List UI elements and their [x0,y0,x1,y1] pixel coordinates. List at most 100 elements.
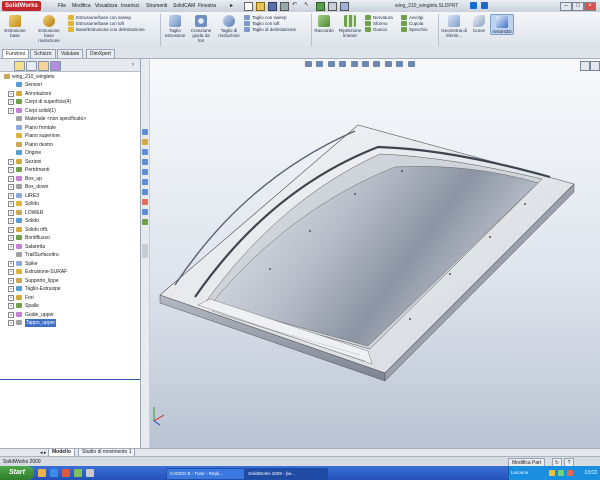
display-icon[interactable] [340,2,349,11]
print-icon[interactable] [280,2,289,11]
tree-item[interactable]: + Corpi solidi(1) [0,107,140,115]
expand-toggle-icon[interactable]: + [8,201,14,207]
expand-toggle-icon[interactable]: + [8,158,14,165]
tree-item[interactable]: Piano destro [0,141,140,149]
tree-item[interactable]: + Sezioni [0,158,140,166]
tree-item[interactable]: + LOWER [0,209,140,217]
open-folder-icon[interactable] [256,2,265,11]
revolved-cut-button[interactable]: Taglio di rivoluzione [216,15,242,38]
menu-modifica[interactable]: Modifica [72,2,91,10]
menu-inserisci[interactable]: Inserisci [121,2,139,10]
tree-item[interactable]: + Annotazioni [0,90,140,98]
menu-finestra[interactable]: Finestra [198,2,216,10]
start-button[interactable]: Start [0,466,34,480]
expand-toggle-icon[interactable]: + [8,218,14,224]
sketch-tool-icon[interactable] [142,129,148,135]
quicklaunch-desktop-icon[interactable] [86,469,94,477]
configurationmanager-tab-icon[interactable] [38,61,49,71]
quicklaunch-explorer-icon[interactable] [38,469,46,477]
linear-pattern-button[interactable]: Ripetizione lineare [337,15,363,38]
tree-item[interactable]: + Salaretta [0,243,140,251]
tree-item[interactable]: TrailSurfaceitru [0,251,140,259]
extruded-cut-button[interactable]: Taglio estrusione [163,15,187,38]
solidworks-resources-icon[interactable] [481,2,488,9]
menu-solidcam[interactable]: SolidCAM [173,2,195,10]
options-icon[interactable] [328,2,337,11]
tree-item[interactable]: + Solido riflt. [0,226,140,234]
panel-expand-icon[interactable]: › [132,61,134,69]
relations-icon[interactable] [142,219,148,225]
quicklaunch-app-icon[interactable] [62,469,70,477]
featuremanager-tab-icon[interactable] [14,61,25,71]
expand-toggle-icon[interactable]: + [8,107,14,114]
tray-network-icon[interactable] [549,470,555,476]
menu-file[interactable]: File [58,2,66,10]
expand-toggle-icon[interactable]: + [8,269,14,275]
tray-language-label[interactable]: Leconne [511,466,528,480]
reference-geometry-button[interactable]: Geometria di riferim... [440,15,468,38]
expand-toggle-icon[interactable]: + [8,320,14,326]
tree-item[interactable]: Sensori [0,81,140,89]
new-document-icon[interactable] [244,2,253,11]
tree-root[interactable]: wing_210_winglets [0,73,140,81]
quicklaunch-app-icon[interactable] [74,469,82,477]
tree-item[interactable]: + LIRE3 [0,192,140,200]
tree-item[interactable]: + Solido [0,217,140,225]
tree-item[interactable]: + Estrusione-SURAF [0,268,140,276]
expand-toggle-icon[interactable]: + [8,209,14,216]
menu-strumenti[interactable]: Strumenti [146,2,167,10]
tree-item[interactable]: Piano frontale [0,124,140,132]
boundary-boss-button[interactable]: Base/Estrusione con delimitazione [68,27,158,33]
task-solidworks[interactable]: SolidWorks 2009 - [wi... [244,468,328,480]
tray-volume-icon[interactable] [558,470,564,476]
spline-tool-icon[interactable] [142,189,148,195]
tree-item[interactable]: + Supporto_lippe [0,277,140,285]
splitter-handle-icon[interactable] [142,244,148,258]
hole-wizard-button[interactable]: Creazione guida da fori [189,15,213,43]
tab-valutare[interactable]: Valutare [57,49,84,58]
minimize-button[interactable]: – [560,2,572,11]
expand-toggle-icon[interactable]: + [8,90,14,97]
expand-toggle-icon[interactable]: + [8,226,14,233]
save-icon[interactable] [268,2,277,11]
taskbar-clock[interactable]: 13:03 [584,466,597,480]
solidworks-logo[interactable]: SolidWorks [2,1,41,11]
graphics-area[interactable] [150,59,600,448]
close-button[interactable]: × [584,2,596,11]
expand-toggle-icon[interactable]: + [8,260,14,267]
circle-tool-icon[interactable] [142,169,148,175]
tree-item[interactable]: + Pertdrnenti [0,166,140,174]
expand-toggle-icon[interactable]: + [8,311,14,318]
mirror-button[interactable]: Specchio [401,27,437,33]
expand-toggle-icon[interactable]: + [8,192,14,199]
rollback-bar[interactable] [0,379,140,380]
tray-security-icon[interactable] [567,470,573,476]
tree-item[interactable]: + Corpi di superficie(4) [0,98,140,106]
tree-item[interactable]: Piano superiore [0,132,140,140]
revolve-boss-button[interactable]: Estrusione base rivoluzione [34,15,64,43]
menu-visualizza[interactable]: Visualizza [95,2,117,10]
tree-item[interactable]: Materiale <non specificato> [0,115,140,123]
expand-toggle-icon[interactable]: + [8,184,14,190]
mirror-entities-icon[interactable] [142,209,148,215]
fillet-button[interactable]: Raccordo [313,15,335,33]
smart-dimension-icon[interactable] [142,139,148,145]
propertymanager-tab-icon[interactable] [26,61,37,71]
tree-item[interactable]: + Box_up [0,175,140,183]
rebuild-icon[interactable] [316,2,325,11]
dimxpertmanager-tab-icon[interactable] [50,61,61,71]
expand-toggle-icon[interactable]: + [8,175,14,182]
tab-funzioni[interactable]: Funzioni [2,49,29,58]
tree-item[interactable]: + Taglio-Estrusipe [0,285,140,293]
tab-schizzo[interactable]: Schizzo [30,49,56,58]
expand-toggle-icon[interactable]: + [8,294,14,301]
arc-tool-icon[interactable] [142,179,148,185]
line-tool-icon[interactable] [142,149,148,155]
extrude-boss-button[interactable]: Estrusione base [2,15,28,38]
tree-item[interactable]: + Solido [0,200,140,208]
expand-toggle-icon[interactable]: + [8,235,14,241]
expand-toggle-icon[interactable]: + [8,303,14,309]
expand-toggle-icon[interactable]: + [8,277,14,284]
pin-icon[interactable]: ▸ [230,2,234,10]
wing-mold-model[interactable] [150,59,600,448]
